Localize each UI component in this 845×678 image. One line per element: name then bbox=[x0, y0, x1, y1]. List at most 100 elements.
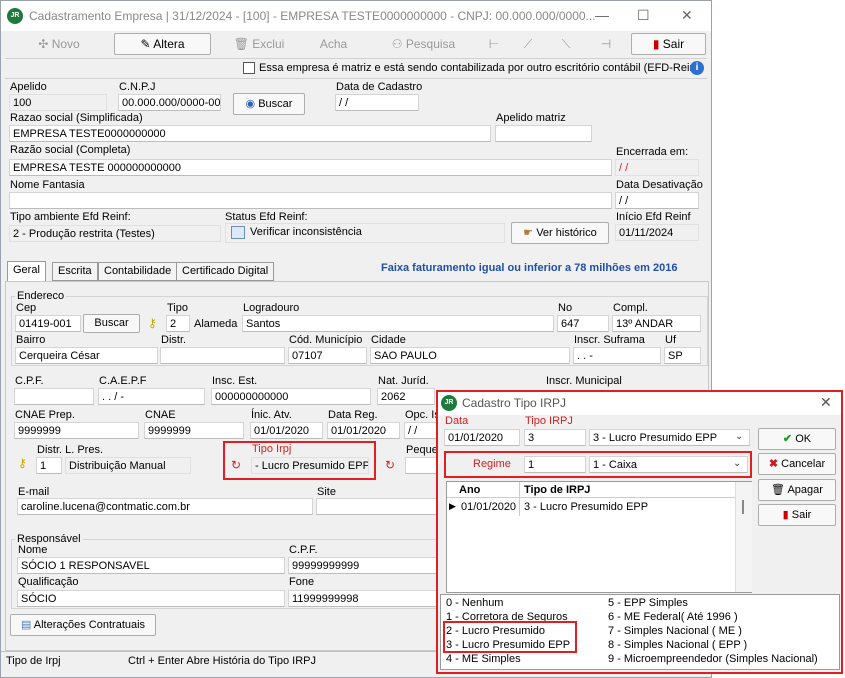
fantasia-field[interactable] bbox=[9, 192, 612, 209]
legend-item: 7 - Simples Nacional ( ME ) bbox=[608, 625, 742, 637]
pequeno-field[interactable] bbox=[405, 457, 439, 474]
tab-certificado-digital[interactable]: Certificado Digital bbox=[176, 262, 275, 281]
edit-icon: ✎ bbox=[140, 37, 154, 51]
first-record-icon[interactable]: ⊢ bbox=[479, 33, 509, 55]
altera-button[interactable]: ✎ Altera bbox=[114, 33, 211, 55]
next-record-icon[interactable]: ⟍ bbox=[551, 33, 581, 55]
compl-field[interactable]: 13º ANDAR bbox=[612, 315, 701, 332]
logradouro-field[interactable]: Santos bbox=[242, 315, 554, 332]
suframa-field[interactable]: . . - bbox=[573, 347, 661, 364]
tipo-ambiente-field[interactable]: 2 - Produção restrita (Testes) bbox=[9, 225, 221, 242]
bairro-field[interactable]: Cerqueira César bbox=[15, 347, 158, 364]
regime-select[interactable]: 1 - Caixa bbox=[589, 456, 748, 473]
minimize-icon[interactable]: — bbox=[595, 7, 609, 23]
qualificacao-field[interactable]: SÓCIO bbox=[17, 590, 285, 607]
dialog-sair-button[interactable]: ▮ Sair bbox=[758, 504, 836, 526]
email-field[interactable]: caroline.lucena@contmatic.com.br bbox=[17, 498, 313, 515]
nome-field[interactable]: SÓCIO 1 RESPONSAVEL bbox=[17, 557, 285, 574]
dialog-regime-field[interactable]: 1 bbox=[524, 456, 586, 473]
cpf-field[interactable] bbox=[14, 388, 94, 405]
fone-field[interactable]: 11999999998 bbox=[288, 590, 438, 607]
site-label: Site bbox=[317, 486, 336, 498]
apelido-matriz-label: Apelido matriz bbox=[496, 112, 566, 124]
pesquisa-button[interactable]: ⚇ Pesquisa bbox=[371, 33, 476, 55]
caepf-field[interactable]: . . / - bbox=[98, 388, 205, 405]
data-reg-label: Data Reg. bbox=[328, 409, 378, 421]
cod-municipio-field[interactable]: 07107 bbox=[288, 347, 367, 364]
resp-cpf-field[interactable]: 99999999999 bbox=[288, 557, 438, 574]
razao-comp-label: Razão social (Completa) bbox=[10, 144, 131, 156]
key-icon[interactable]: ⚷ bbox=[148, 316, 157, 330]
distr-field[interactable] bbox=[160, 347, 285, 364]
exclui-button[interactable]: 🗑 Exclui bbox=[219, 33, 299, 55]
inicio-efd-label: Início Efd Reinf bbox=[616, 211, 691, 223]
suframa-label: Inscr. Suframa bbox=[574, 334, 645, 346]
buscar-cnpj-button[interactable]: ◉ Buscar bbox=[233, 93, 305, 115]
tab-geral[interactable]: Geral bbox=[7, 261, 46, 282]
inic-atv-field[interactable]: 01/01/2020 bbox=[250, 422, 323, 439]
numero-field[interactable]: 647 bbox=[557, 315, 609, 332]
nat-jur-field[interactable]: 2062 bbox=[377, 388, 435, 405]
sair-button[interactable]: ▮ Sair bbox=[631, 33, 706, 55]
chevron-down-icon[interactable]: ⌄ bbox=[733, 458, 741, 469]
status-efd-label: Status Efd Reinf: bbox=[225, 211, 308, 223]
grid-header bbox=[447, 482, 751, 498]
cidade-field[interactable]: SAO PAULO bbox=[370, 347, 570, 364]
key-icon[interactable]: ⚷ bbox=[18, 456, 27, 470]
history-arrow-icon[interactable]: ↻ bbox=[231, 458, 241, 472]
novo-button[interactable]: ✣ Novo bbox=[9, 33, 109, 55]
cnae-field[interactable]: 9999999 bbox=[144, 422, 244, 439]
dialog-tipo-field[interactable]: 3 bbox=[524, 429, 586, 446]
ver-historico-button[interactable]: ☛ Ver histórico bbox=[511, 222, 609, 244]
tipo-irpj-select[interactable]: 3 - Lucro Presumido EPP bbox=[589, 429, 750, 446]
tipo-ambiente-label: Tipo ambiente Efd Reinf: bbox=[10, 211, 131, 223]
tipo-field[interactable]: 2 bbox=[166, 315, 190, 332]
dialog-data-field[interactable]: 01/01/2020 bbox=[444, 429, 520, 446]
tab-contabilidade[interactable]: Contabilidade bbox=[98, 262, 178, 281]
info-icon[interactable]: i bbox=[690, 61, 704, 75]
apagar-button[interactable]: 🗑 Apagar bbox=[758, 479, 836, 501]
tipo-irpj-field[interactable]: - Lucro Presumido EPP bbox=[251, 457, 369, 474]
cep-field[interactable]: 01419-001 bbox=[15, 315, 81, 332]
apelido-field[interactable]: 100 bbox=[9, 94, 107, 111]
grid-scrollbar[interactable] bbox=[735, 482, 752, 592]
opc-field[interactable]: / / bbox=[404, 422, 438, 439]
site-field[interactable] bbox=[316, 498, 438, 515]
matriz-checkbox[interactable] bbox=[243, 62, 255, 74]
data-cadastro-field[interactable]: / / bbox=[335, 94, 419, 111]
acha-button[interactable]: Acha bbox=[301, 33, 366, 55]
scrollbar-thumb[interactable] bbox=[742, 500, 744, 514]
insc-est-field[interactable]: 000000000000 bbox=[211, 388, 371, 405]
last-record-icon[interactable]: ⊣ bbox=[591, 33, 621, 55]
razao-simpl-field[interactable]: EMPRESA TESTE0000000000 bbox=[9, 125, 491, 142]
cnae-label: CNAE bbox=[145, 409, 176, 421]
alteracoes-contratuais-button[interactable]: ▤ Alterações Contratuais bbox=[10, 614, 156, 636]
cnpj-field[interactable]: 00.000.000/0000-00 bbox=[118, 94, 221, 111]
verificar-inconsistencia-button[interactable]: Verificar inconsistência bbox=[225, 223, 505, 243]
buscar-cep-button[interactable]: Buscar bbox=[83, 314, 140, 333]
ok-button[interactable]: ✔ OK bbox=[758, 428, 836, 450]
email-label: E-mail bbox=[18, 486, 50, 498]
hand-icon: ☛ bbox=[523, 227, 537, 239]
encerrada-field[interactable]: / / bbox=[615, 159, 699, 176]
distr-pres-field[interactable]: 1 bbox=[36, 457, 62, 474]
inicio-efd-field[interactable]: 01/11/2024 bbox=[615, 224, 699, 241]
lucro-presumido-highlight bbox=[443, 621, 577, 653]
history-arrow-icon[interactable]: ↻ bbox=[385, 458, 395, 472]
cancelar-button[interactable]: ✖ Cancelar bbox=[758, 453, 836, 475]
uf-field[interactable]: SP bbox=[664, 347, 701, 364]
checkmark-icon: ✔ bbox=[782, 433, 796, 445]
previous-record-icon[interactable]: ⟋ bbox=[513, 33, 543, 55]
tab-escrita[interactable]: Escrita bbox=[52, 262, 98, 281]
table-row[interactable]: ▶ 01/01/2020 3 - Lucro Presumido EPP bbox=[447, 499, 727, 516]
data-reg-field[interactable]: 01/01/2020 bbox=[327, 422, 400, 439]
razao-comp-field[interactable]: EMPRESA TESTE 000000000000 bbox=[9, 159, 612, 176]
pequeno-label: Peque bbox=[406, 444, 438, 456]
chevron-down-icon[interactable]: ⌄ bbox=[735, 431, 743, 442]
cnae-prep-field[interactable]: 9999999 bbox=[14, 422, 139, 439]
close-icon[interactable]: ✕ bbox=[681, 7, 693, 24]
faixa-faturamento-text: Faixa faturamento igual ou inferior a 78… bbox=[381, 262, 678, 274]
desativacao-field[interactable]: / / bbox=[615, 192, 699, 209]
maximize-icon[interactable]: ☐ bbox=[637, 7, 650, 24]
apelido-matriz-field[interactable] bbox=[495, 125, 592, 142]
